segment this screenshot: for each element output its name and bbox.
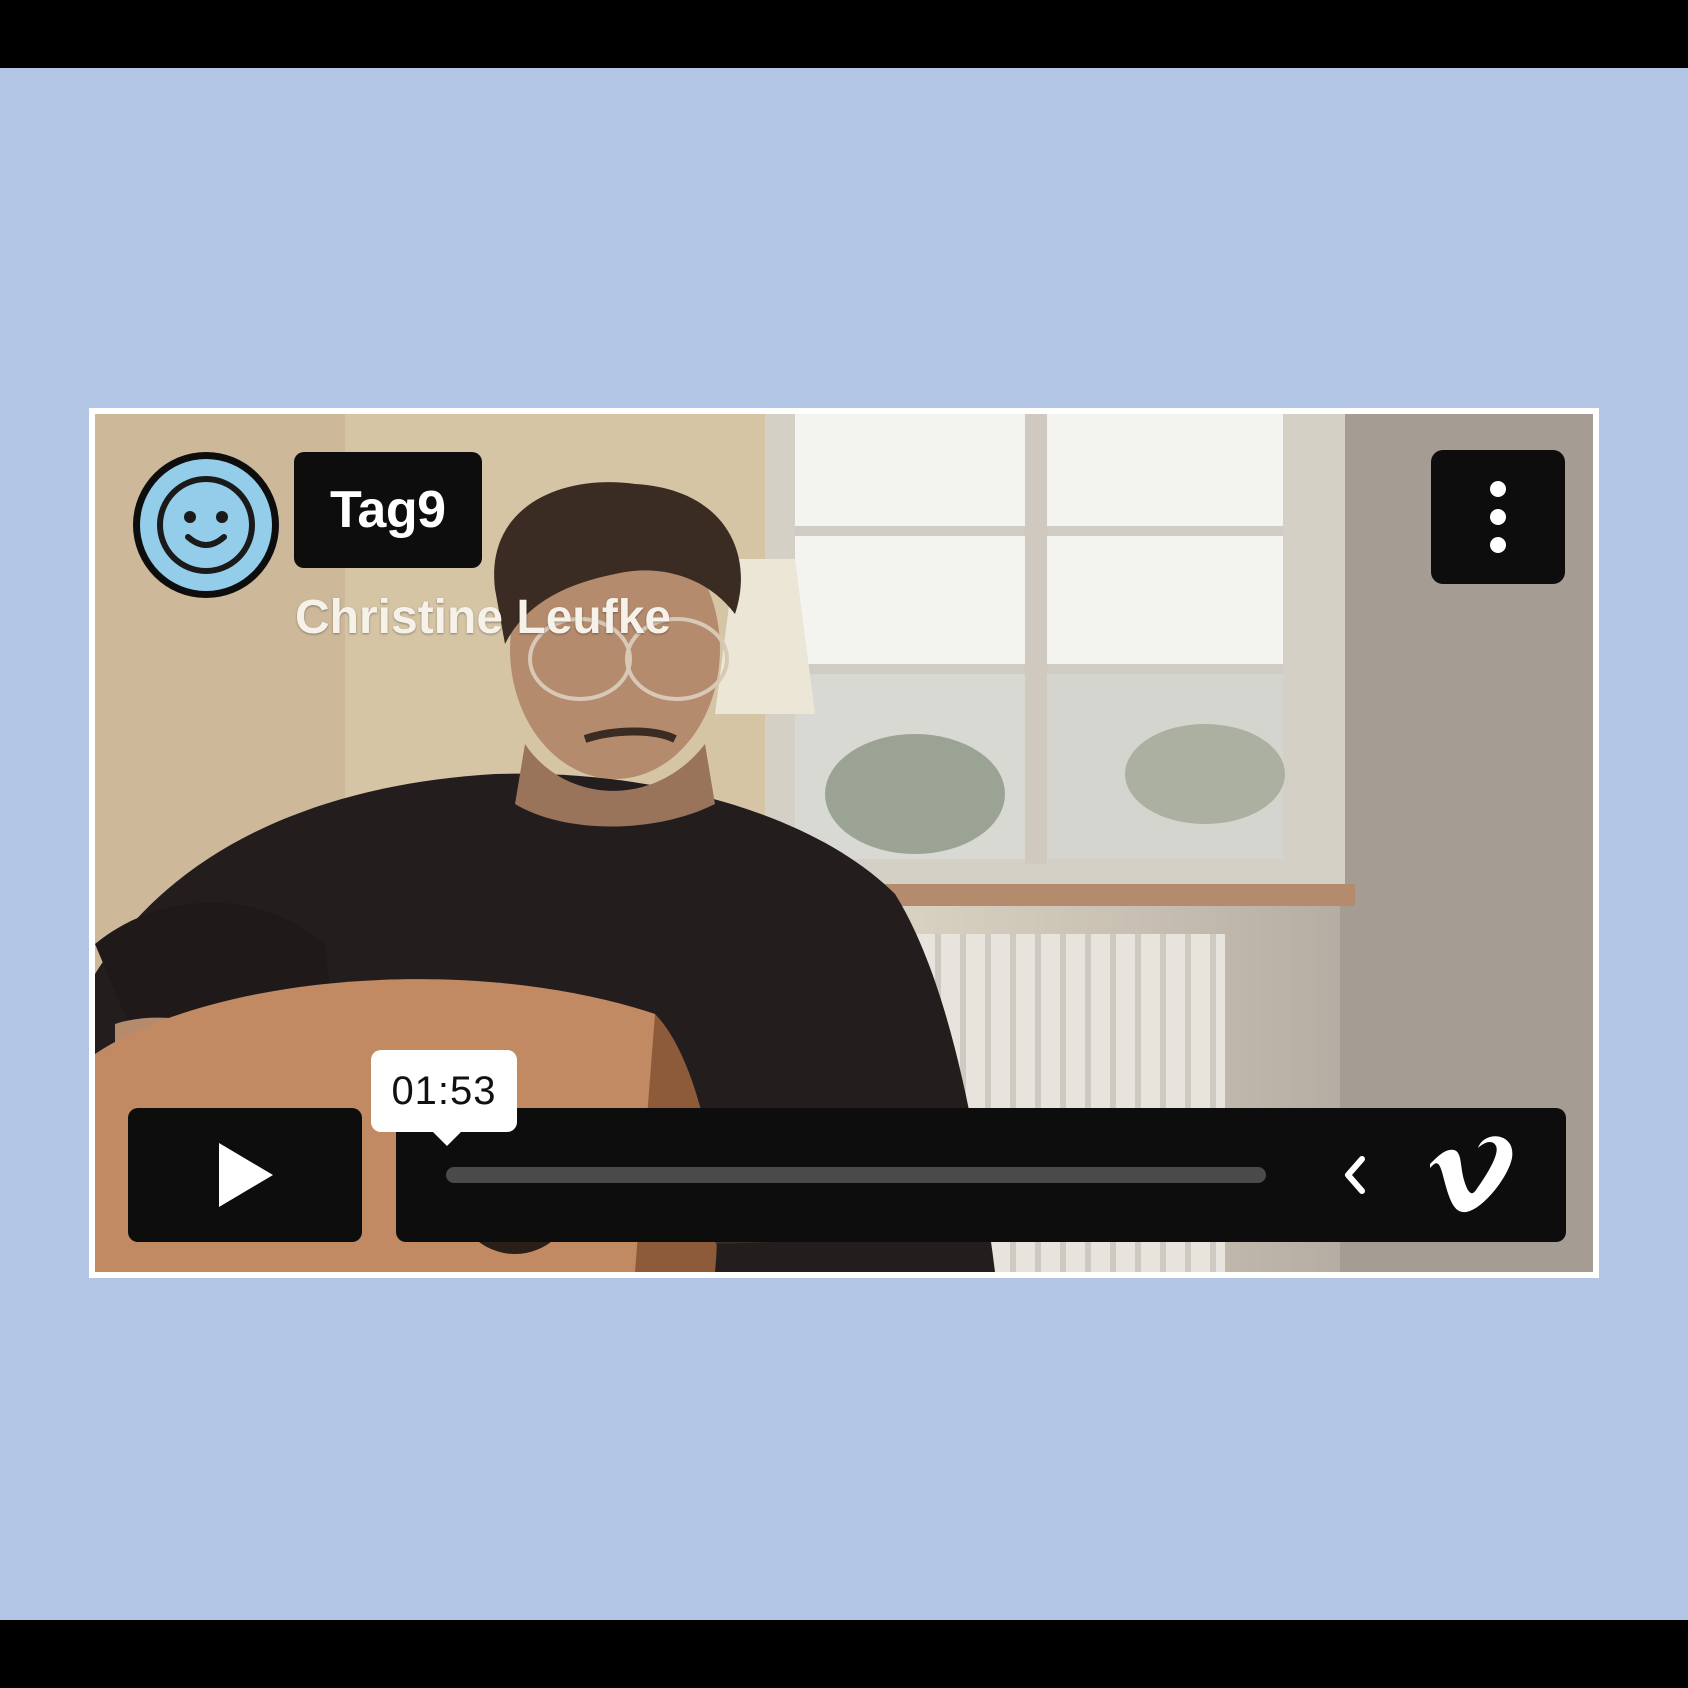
time-tooltip: 01:53 — [371, 1050, 517, 1146]
hover-time: 01:53 — [391, 1068, 497, 1113]
video-byline[interactable]: Christine Leufke — [295, 590, 671, 645]
play-icon — [219, 1143, 273, 1207]
bottom-letterbox — [0, 1620, 1688, 1688]
vimeo-logo-icon[interactable] — [1416, 1136, 1536, 1216]
collapse-controls-button[interactable] — [1332, 1150, 1376, 1200]
video-title-link[interactable]: Tag9 — [294, 452, 482, 568]
chevron-left-icon — [1345, 1156, 1365, 1194]
control-bar — [396, 1108, 1566, 1242]
avatar[interactable] — [133, 452, 279, 598]
more-options-button[interactable] — [1431, 450, 1565, 584]
smiley-face-icon — [140, 459, 272, 591]
progress-bar[interactable] — [446, 1167, 1266, 1183]
video-title: Tag9 — [330, 481, 446, 539]
video-frame[interactable]: Tag9 Christine Leufke 01:53 — [95, 414, 1593, 1272]
top-letterbox — [0, 0, 1688, 68]
video-player: Tag9 Christine Leufke 01:53 — [89, 408, 1599, 1278]
vertical-dots-icon — [1490, 481, 1506, 553]
play-button[interactable] — [128, 1108, 362, 1242]
